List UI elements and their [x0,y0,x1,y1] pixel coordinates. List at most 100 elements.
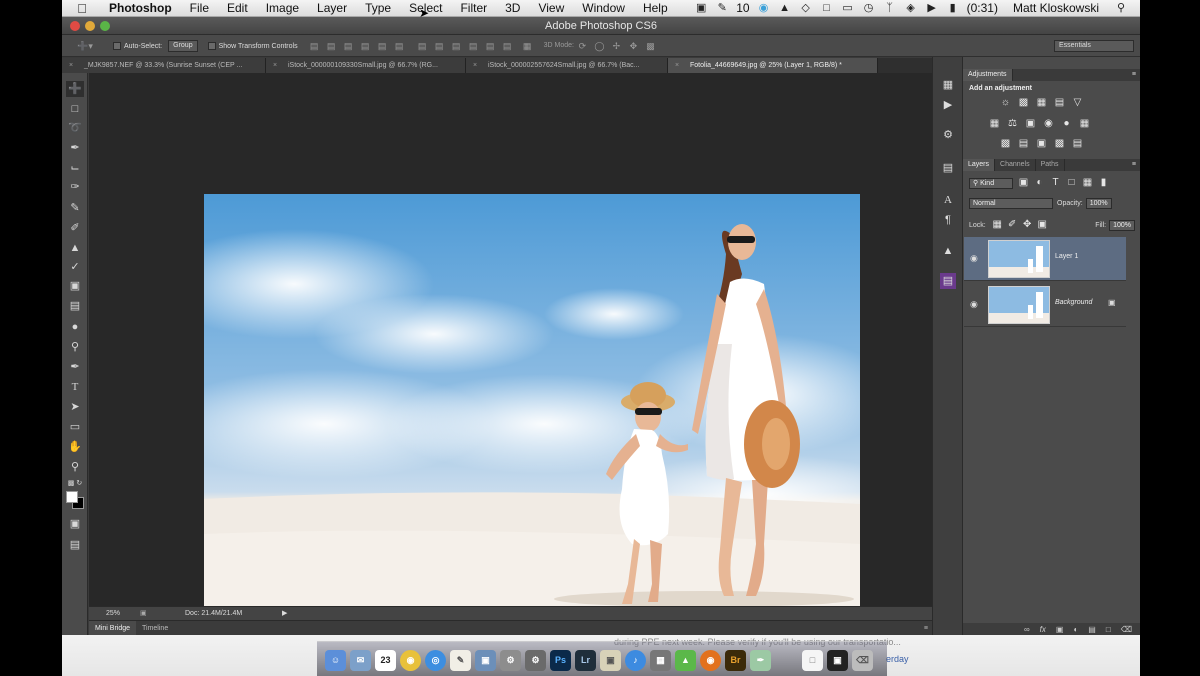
panel-menu-icon[interactable]: ≡ [924,625,928,632]
zoom-level[interactable]: 25% [106,607,120,621]
posterize-icon[interactable]: ▤ [1018,139,1029,149]
feather-app-icon[interactable]: ✒ [750,650,771,671]
align-hcenter-icon[interactable]: ▤ [377,41,388,51]
display-icon[interactable]: □ [820,2,834,14]
apple-menu-icon[interactable]:  [74,1,90,16]
chrome-icon[interactable]: ◉ [400,650,421,671]
menu-photoshop[interactable]: Photoshop [100,0,181,17]
history-brush-tool-icon[interactable]: ✓ [66,259,84,275]
auto-select-checkbox[interactable] [113,41,121,50]
vibrance-icon[interactable]: ▽ [1072,98,1083,108]
path-selection-tool-icon[interactable]: ➤ [66,399,84,415]
hand-tool-icon[interactable]: ✋ [66,439,84,455]
menu-window[interactable]: Window [573,0,634,17]
auto-select-option[interactable]: Auto-Select: [113,41,162,50]
pen-tool-icon[interactable]: ✒ [66,359,84,375]
align-vcenter-icon[interactable]: ▤ [326,41,337,51]
history-panel-icon[interactable]: ▦ [940,77,956,93]
layer-style-icon[interactable]: fx [1040,625,1046,634]
distribute-vcenter-icon[interactable]: ▤ [434,41,445,51]
eyedropper-tool-icon[interactable]: ✑ [66,179,84,195]
rotate-3d-icon[interactable]: ⟳ [577,41,588,51]
new-adjustment-layer-icon[interactable]: ◐ [1073,625,1078,634]
distribute-left-icon[interactable]: ▤ [468,41,479,51]
marquee-tool-icon[interactable]: □ [66,101,84,117]
properties-panel-icon[interactable]: ⚙ [940,127,956,143]
workspace-switcher[interactable]: Essentials [1054,39,1134,52]
minimize-window-button[interactable] [85,21,95,31]
tab-paths[interactable]: Paths [1036,159,1065,171]
doc-tab-2[interactable]: × iStock_000000109330Small.jpg @ 66.7% (R… [266,58,466,73]
align-bottom-icon[interactable]: ▤ [343,41,354,51]
lock-position-icon[interactable]: ✥ [1022,220,1033,230]
actions-panel-icon[interactable]: ▶ [940,97,956,113]
menu-view[interactable]: View [529,0,573,17]
evernote-dock-icon[interactable]: ▲ [675,650,696,671]
filter-toggle-icon[interactable]: ▮ [1098,178,1109,188]
screen-capture-icon[interactable]: ▣ [827,650,848,671]
menu-filter[interactable]: Filter [451,0,496,17]
shape-tool-icon[interactable]: ▭ [66,419,84,435]
bridge-icon[interactable]: Br [725,650,746,671]
iphoto-icon[interactable]: ▣ [600,650,621,671]
new-group-icon[interactable]: ▤ [1088,625,1096,634]
app-store-icon[interactable]: ▦ [650,650,671,671]
link-layers-icon[interactable]: ∞ [1024,625,1030,634]
selective-color-icon[interactable]: ▩ [1054,139,1065,149]
quick-select-tool-icon[interactable]: ✒ [66,140,84,156]
3d-panel-icon[interactable]: ▲ [940,243,956,259]
foreground-color-swatch[interactable] [66,491,78,503]
document-photo[interactable] [204,194,860,632]
default-colors-icon[interactable]: ▩ ↻ [66,476,84,492]
lock-transparency-icon[interactable]: ▦ [992,220,1003,230]
system-preferences-icon[interactable]: ⚙ [525,650,546,671]
healing-brush-tool-icon[interactable]: ✎ [66,200,84,216]
auto-align-icon[interactable]: ▦ [522,41,533,51]
filter-shape-icon[interactable]: □ [1066,178,1077,188]
dodge-tool-icon[interactable]: ⚲ [66,339,84,355]
close-tab-icon[interactable]: × [69,58,73,73]
color-lookup-icon[interactable]: ▦ [1079,119,1090,129]
filter-adjustment-icon[interactable]: ◐ [1034,178,1045,188]
visibility-eye-icon[interactable]: ◉ [970,253,978,264]
photoshop-icon[interactable]: Ps [550,650,571,671]
photo-filter-icon[interactable]: ◉ [1043,119,1054,129]
quick-mask-icon[interactable]: ▣ [66,516,84,532]
distribute-top-icon[interactable]: ▤ [417,41,428,51]
roll-3d-icon[interactable]: ◯ [594,41,605,51]
channel-mixer-icon[interactable]: ● [1061,119,1072,129]
itunes-icon[interactable]: ♪ [625,650,646,671]
transform-controls-option[interactable]: Show Transform Controls [207,41,298,50]
dropbox-icon[interactable]: ◇ [799,2,813,14]
screen-mode-icon[interactable]: ▤ [66,537,84,553]
doc-tab-4[interactable]: × Fotolia_44669649.jpg @ 25% (Layer 1, RG… [668,58,878,73]
eraser-tool-icon[interactable]: ▣ [66,278,84,294]
crop-tool-icon[interactable]: ⌙ [66,160,84,176]
layer-name[interactable]: Background [1055,299,1092,306]
close-tab-icon[interactable]: × [473,58,477,73]
auto-select-target-dropdown[interactable]: Group [168,39,198,52]
menu-edit[interactable]: Edit [218,0,257,17]
filter-type-icon[interactable]: T [1050,178,1061,188]
filter-smart-object-icon[interactable]: ▦ [1082,178,1093,188]
layer-row-background[interactable]: ◉ Background ▣ [964,283,1126,327]
plugin-panel-icon[interactable]: ▤ [940,273,956,289]
add-mask-icon[interactable]: ▣ [1056,625,1064,634]
tab-channels[interactable]: Channels [995,159,1036,171]
align-left-icon[interactable]: ▤ [360,41,371,51]
menu-layer[interactable]: Layer [308,0,356,17]
textedit-icon[interactable]: ✎ [450,650,471,671]
camera-icon[interactable]: ▣ [694,2,708,14]
swatches-panel-icon[interactable]: ▤ [940,160,956,176]
layer-name[interactable]: Layer 1 [1055,253,1078,260]
preview-icon[interactable]: ▣ [475,650,496,671]
evernote-icon[interactable]: ▲ [778,2,792,14]
safari-icon[interactable]: ◎ [425,650,446,671]
finder-icon[interactable]: ☺ [325,650,346,671]
black-white-icon[interactable]: ▣ [1025,119,1036,129]
scale-3d-icon[interactable]: ▩ [645,41,656,51]
curves-icon[interactable]: ▦ [1036,98,1047,108]
tab-mini-bridge[interactable]: Mini Bridge [89,620,137,636]
lasso-tool-icon[interactable]: ➰ [66,120,84,136]
clone-stamp-tool-icon[interactable]: ▲ [66,240,84,256]
